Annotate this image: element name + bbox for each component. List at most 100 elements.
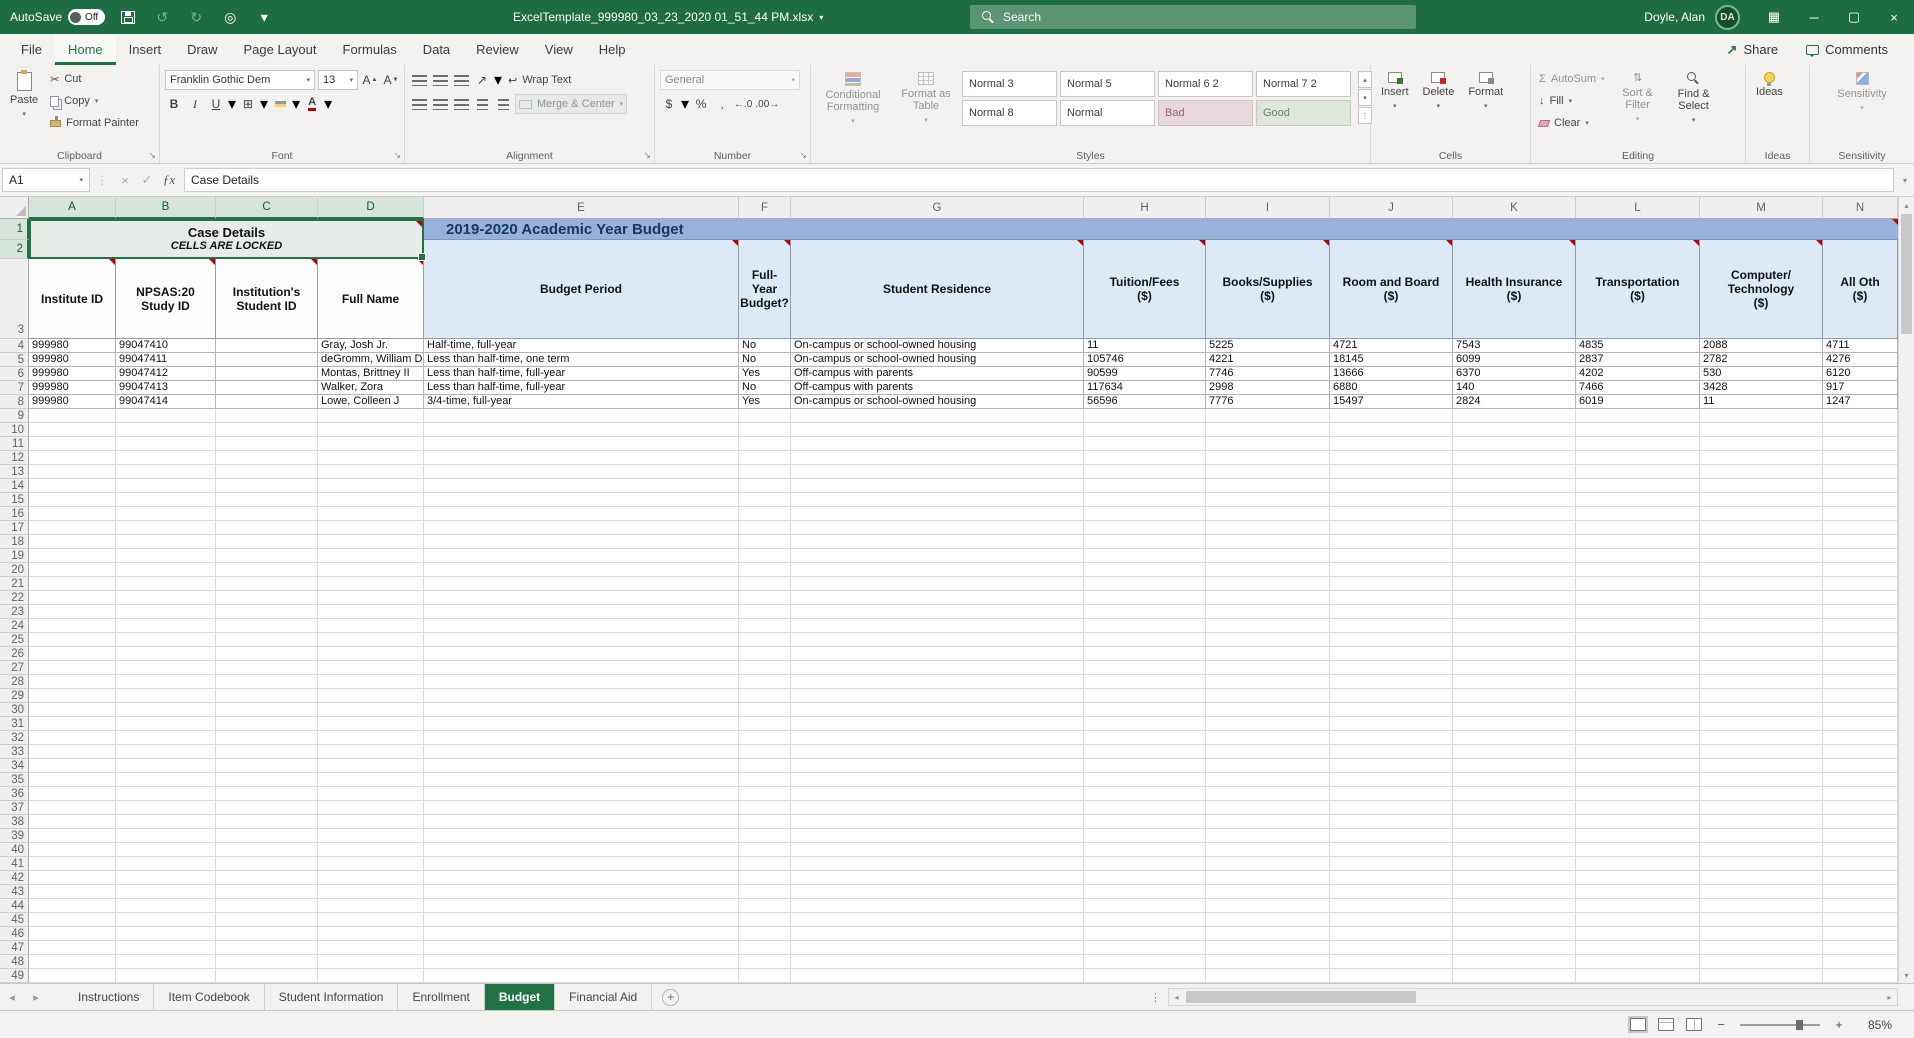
save-button[interactable] (117, 6, 139, 28)
ribbon-tab-file[interactable]: File (8, 34, 55, 65)
increase-indent-button[interactable] (494, 94, 512, 114)
increase-decimal-button[interactable]: ←.0 (734, 94, 752, 114)
header-H[interactable]: Tuition/Fees ($) (1084, 240, 1206, 339)
align-left-button[interactable] (410, 94, 428, 114)
row-header-22[interactable]: 22 (0, 591, 29, 605)
row-header-45[interactable]: 45 (0, 913, 29, 927)
cell-A8[interactable]: 999980 (29, 395, 116, 409)
font-size-select[interactable]: 13▾ (318, 70, 358, 90)
row-header-10[interactable]: 10 (0, 423, 29, 437)
header-B[interactable]: NPSAS:20 Study ID (116, 259, 216, 339)
cell-B7[interactable]: 99047413 (116, 381, 216, 395)
cut-button[interactable]: ✂Cut (47, 69, 142, 89)
insert-function-icon[interactable]: ƒx (158, 168, 180, 192)
select-all-corner[interactable] (0, 197, 29, 219)
bottom-align-button[interactable] (452, 70, 470, 90)
cell-L6[interactable]: 4202 (1576, 367, 1700, 381)
formula-input[interactable]: Case Details (184, 168, 1894, 192)
top-align-button[interactable] (410, 70, 428, 90)
cell-H7[interactable]: 117634 (1084, 381, 1206, 395)
sheet-tab-enrollment[interactable]: Enrollment (398, 984, 484, 1010)
horizontal-scrollbar[interactable]: ◂ ▸ (1168, 988, 1898, 1006)
column-header-E[interactable]: E (424, 197, 739, 219)
zoom-out-button[interactable]: − (1714, 1017, 1728, 1032)
close-button[interactable]: × (1874, 0, 1914, 34)
cell-E8[interactable]: 3/4-time, full-year (424, 395, 739, 409)
orientation-button[interactable]: ↗ (473, 70, 491, 90)
document-title[interactable]: ExcelTemplate_999980_03_23_2020 01_51_44… (513, 0, 823, 34)
cell-N8[interactable]: 1247 (1823, 395, 1898, 409)
row-header-31[interactable]: 31 (0, 717, 29, 731)
row-header-49[interactable]: 49 (0, 969, 29, 983)
cell-style-good[interactable]: Good (1256, 100, 1351, 126)
paste-button[interactable]: Paste▾ (5, 69, 43, 147)
row-header-46[interactable]: 46 (0, 927, 29, 941)
accounting-dropdown-icon[interactable]: ▾ (681, 94, 689, 114)
cell-M7[interactable]: 3428 (1700, 381, 1823, 395)
cell-F8[interactable]: Yes (739, 395, 791, 409)
header-N[interactable]: All Oth ($) (1823, 240, 1898, 339)
alignment-dialog-launcher[interactable]: ↘ (643, 150, 651, 161)
clipboard-dialog-launcher[interactable]: ↘ (148, 150, 156, 161)
cell-style-normal-6-2[interactable]: Normal 6 2 (1158, 71, 1253, 97)
header-I[interactable]: Books/Supplies ($) (1206, 240, 1330, 339)
cell-L4[interactable]: 4835 (1576, 339, 1700, 353)
header-L[interactable]: Transportation ($) (1576, 240, 1700, 339)
font-color-dropdown-icon[interactable]: ▾ (324, 94, 332, 114)
page-break-view-button[interactable] (1686, 1018, 1702, 1031)
header-K[interactable]: Health Insurance ($) (1453, 240, 1576, 339)
cell-J5[interactable]: 18145 (1330, 353, 1453, 367)
font-dialog-launcher[interactable]: ↘ (393, 150, 401, 161)
row-header-33[interactable]: 33 (0, 745, 29, 759)
cell-A6[interactable]: 999980 (29, 367, 116, 381)
cell-H4[interactable]: 11 (1084, 339, 1206, 353)
tabs-scroll-right-icon[interactable]: ▸ (24, 984, 48, 1010)
row-header-39[interactable]: 39 (0, 829, 29, 843)
column-header-J[interactable]: J (1330, 197, 1453, 219)
column-header-G[interactable]: G (791, 197, 1084, 219)
cell-C8[interactable] (216, 395, 318, 409)
gallery-more-icon[interactable]: ⋮ (1358, 107, 1372, 124)
cell-F4[interactable]: No (739, 339, 791, 353)
cell-C7[interactable] (216, 381, 318, 395)
row-header-29[interactable]: 29 (0, 689, 29, 703)
scroll-down-icon[interactable]: ▾ (1899, 967, 1914, 983)
row-header-26[interactable]: 26 (0, 647, 29, 661)
cell-B4[interactable]: 99047410 (116, 339, 216, 353)
row-header-40[interactable]: 40 (0, 843, 29, 857)
font-name-select[interactable]: Franklin Gothic Dem▾ (165, 70, 315, 90)
ribbon-tab-data[interactable]: Data (410, 34, 463, 65)
cell-J8[interactable]: 15497 (1330, 395, 1453, 409)
format-painter-button[interactable]: Format Painter (47, 113, 142, 133)
scroll-left-icon[interactable]: ◂ (1169, 989, 1184, 1005)
cancel-icon[interactable]: × (114, 168, 136, 192)
cell-L5[interactable]: 2837 (1576, 353, 1700, 367)
font-color-button[interactable]: A (303, 94, 321, 114)
row-header-27[interactable]: 27 (0, 661, 29, 675)
row-header-5[interactable]: 5 (0, 353, 29, 367)
cell-L7[interactable]: 7466 (1576, 381, 1700, 395)
sensitivity-button[interactable]: Sensitivity▾ (1832, 69, 1892, 147)
cell-A7[interactable]: 999980 (29, 381, 116, 395)
row-header-25[interactable]: 25 (0, 633, 29, 647)
page-layout-view-button[interactable] (1658, 1018, 1674, 1031)
zoom-level[interactable]: 85% (1858, 1018, 1892, 1032)
row-header-24[interactable]: 24 (0, 619, 29, 633)
comma-style-button[interactable]: , (713, 94, 731, 114)
normal-view-button[interactable] (1630, 1018, 1646, 1031)
cell-G5[interactable]: On-campus or school-owned housing (791, 353, 1084, 367)
gallery-up-icon[interactable]: ▴ (1358, 71, 1372, 88)
cell-J4[interactable]: 4721 (1330, 339, 1453, 353)
cell-E6[interactable]: Less than half-time, full-year (424, 367, 739, 381)
cell-D8[interactable]: Lowe, Colleen J (318, 395, 424, 409)
cell-C4[interactable] (216, 339, 318, 353)
merge-center-button[interactable]: Merge & Center▾ (515, 94, 627, 114)
cell-D7[interactable]: Walker, Zora (318, 381, 424, 395)
row-header-34[interactable]: 34 (0, 759, 29, 773)
sheet-tab-financial-aid[interactable]: Financial Aid (555, 984, 652, 1010)
new-sheet-button[interactable]: + (662, 989, 679, 1006)
header-E[interactable]: Budget Period (424, 240, 739, 339)
row-header-2[interactable]: 2 (0, 240, 29, 259)
undo-button[interactable]: ↺ (151, 6, 173, 28)
row-header-36[interactable]: 36 (0, 787, 29, 801)
